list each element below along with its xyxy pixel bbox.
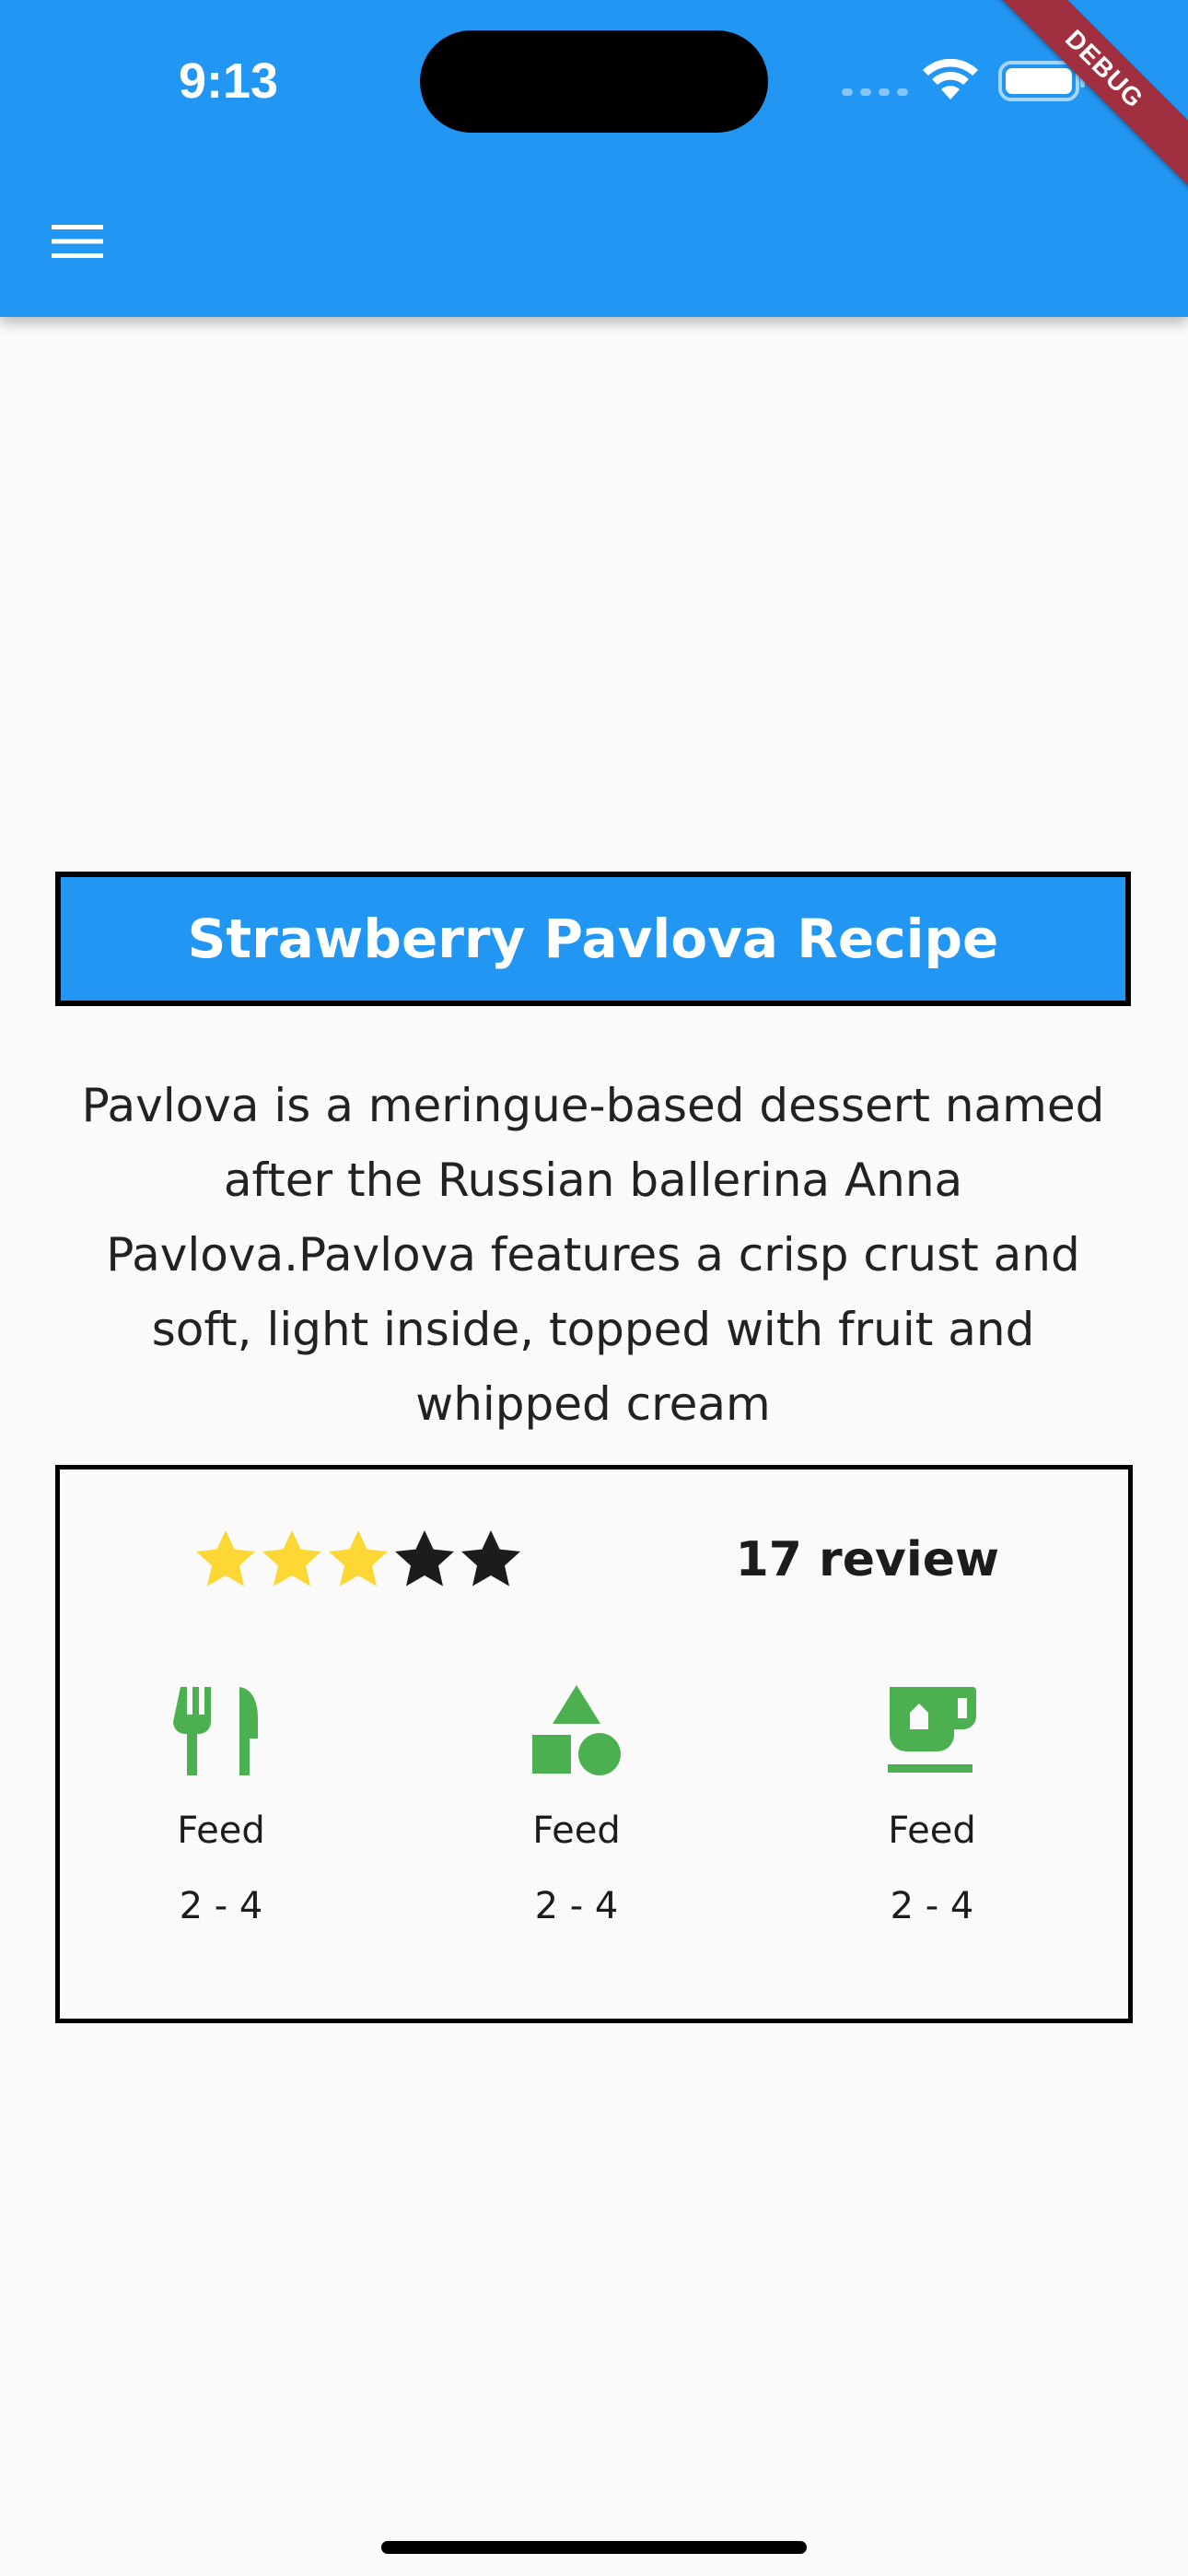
cellular-signal-icon xyxy=(842,88,908,96)
star-rating xyxy=(192,1527,524,1593)
star-filled-icon xyxy=(262,1530,321,1587)
star-empty-icon xyxy=(461,1530,520,1587)
category-shapes-icon xyxy=(532,1685,621,1775)
star-empty-icon xyxy=(395,1530,454,1587)
menu-button[interactable] xyxy=(41,205,114,278)
recipe-title-box: Strawberry Pavlova Recipe xyxy=(55,872,1131,1006)
feature-label: Feed xyxy=(532,1809,621,1852)
recipe-description: Pavlova is a meringue-based dessert name… xyxy=(81,1079,1105,1431)
app-bar: 9:13 xyxy=(0,0,1188,317)
review-count: 17 review xyxy=(735,1532,999,1587)
feature-restaurant: Feed 2 - 4 xyxy=(83,1683,359,1934)
feature-value: 2 - 4 xyxy=(890,1885,974,1927)
recipe-info-box: 17 review Feed 2 - 4 Feed 2 - 4 Feed 2 -… xyxy=(55,1465,1133,2023)
hamburger-menu-icon xyxy=(52,225,103,258)
wifi-icon xyxy=(923,59,978,100)
home-indicator[interactable] xyxy=(381,2541,807,2554)
star-filled-icon xyxy=(196,1530,255,1587)
feature-label: Feed xyxy=(177,1809,265,1852)
free-breakfast-cup-icon xyxy=(888,1687,976,1773)
feature-label: Feed xyxy=(888,1809,976,1852)
recipe-title: Strawberry Pavlova Recipe xyxy=(187,907,999,970)
feature-breakfast: Feed 2 - 4 xyxy=(794,1683,1070,1934)
star-filled-icon xyxy=(329,1530,388,1587)
dynamic-island xyxy=(420,30,768,133)
feature-category: Feed 2 - 4 xyxy=(438,1683,715,1934)
restaurant-icon xyxy=(173,1687,258,1775)
feature-value: 2 - 4 xyxy=(179,1885,263,1927)
feature-value: 2 - 4 xyxy=(534,1885,619,1927)
status-time: 9:13 xyxy=(178,53,279,109)
